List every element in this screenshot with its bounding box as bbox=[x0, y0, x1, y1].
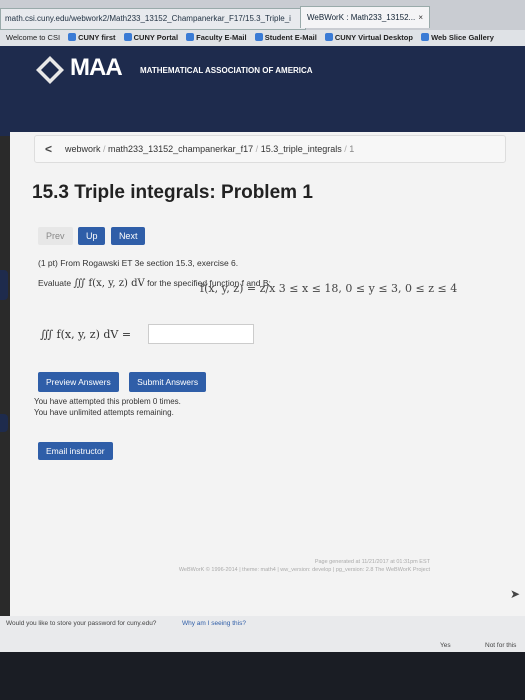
favorite-icon bbox=[421, 33, 430, 41]
maa-logo-text: MAA bbox=[70, 54, 123, 81]
favorite-icon bbox=[254, 33, 263, 41]
favorite-item[interactable]: CUNY Portal bbox=[123, 33, 178, 42]
close-tab-icon[interactable]: × bbox=[418, 7, 423, 29]
sidebar-edge bbox=[0, 414, 8, 432]
attempts-info: You have attempted this problem 0 times.… bbox=[34, 397, 181, 417]
sidebar-edge bbox=[0, 270, 8, 300]
next-button[interactable]: Next bbox=[110, 227, 146, 245]
preview-answers-button[interactable]: Preview Answers bbox=[38, 372, 119, 392]
browser-tab[interactable]: WeBWorK : Math233_13152... × bbox=[300, 6, 430, 28]
os-taskbar bbox=[0, 652, 525, 700]
favorite-item[interactable]: Student E-Mail bbox=[254, 33, 317, 42]
breadcrumb-item-set[interactable]: 15.3_triple_integrals bbox=[261, 144, 342, 154]
favorite-item[interactable]: Welcome to CSI bbox=[6, 33, 60, 42]
email-instructor-button[interactable]: Email instructor bbox=[38, 442, 113, 460]
breadcrumb-item-course[interactable]: math233_13152_champanerkar_f17 bbox=[108, 144, 253, 154]
answer-input[interactable] bbox=[148, 324, 254, 344]
password-question: Would you like to store your password fo… bbox=[6, 620, 157, 627]
mouse-cursor-icon: ➤ bbox=[510, 587, 521, 601]
maa-subtitle: MATHEMATICAL ASSOCIATION OF AMERICA bbox=[140, 66, 313, 75]
breadcrumb-item-problem: 1 bbox=[349, 144, 355, 154]
prev-button[interactable]: Prev bbox=[38, 227, 73, 245]
favorite-icon bbox=[186, 33, 195, 41]
not-for-this-site-button[interactable]: Not for this bbox=[485, 642, 516, 649]
yes-button[interactable]: Yes bbox=[440, 642, 451, 649]
up-button[interactable]: Up bbox=[77, 227, 106, 245]
problem-source: (1 pt) From Rogawski ET 3e section 15.3,… bbox=[38, 258, 239, 268]
favorites-bar: Welcome to CSI CUNY first CUNY Portal Fa… bbox=[0, 30, 525, 46]
favorite-item[interactable]: CUNY Virtual Desktop bbox=[324, 33, 413, 42]
favorite-item[interactable]: Web Slice Gallery bbox=[421, 33, 494, 42]
page-footer: Page generated at 11/21/2017 at 01:31pm … bbox=[178, 559, 430, 573]
favorite-icon bbox=[68, 33, 77, 41]
password-prompt-bar: Would you like to store your password fo… bbox=[0, 616, 525, 652]
page-title: 15.3 Triple integrals: Problem 1 bbox=[32, 182, 313, 203]
breadcrumb: < webwork / math233_13152_champanerkar_f… bbox=[34, 135, 506, 163]
answer-actions: Preview Answers Submit Answers bbox=[38, 372, 212, 392]
breadcrumb-item-webwork[interactable]: webwork bbox=[65, 144, 101, 154]
favorite-icon bbox=[324, 33, 333, 41]
favorite-icon bbox=[123, 33, 132, 41]
function-definition: f(x, y, z) = z/x 3 ≤ x ≤ 18, 0 ≤ y ≤ 3, … bbox=[200, 282, 458, 295]
main-content: < webwork / math233_13152_champanerkar_f… bbox=[10, 132, 525, 622]
favorite-item[interactable]: CUNY first bbox=[68, 33, 116, 42]
tab-title: WeBWorK : Math233_13152... bbox=[307, 13, 416, 22]
submit-answers-button[interactable]: Submit Answers bbox=[129, 372, 207, 392]
site-header: MAA MATHEMATICAL ASSOCIATION OF AMERICA bbox=[0, 46, 525, 136]
address-bar[interactable]: math.csi.cuny.edu/webwork2/Math233_13152… bbox=[0, 8, 306, 30]
maa-logo-icon bbox=[36, 56, 64, 84]
answer-label: ∭ f(x, y, z) dV = bbox=[40, 328, 132, 341]
problem-nav: Prev Up Next bbox=[38, 226, 146, 245]
favorite-item[interactable]: Faculty E-Mail bbox=[186, 33, 247, 42]
why-link[interactable]: Why am I seeing this? bbox=[182, 620, 246, 627]
back-chevron-icon[interactable]: < bbox=[45, 136, 52, 162]
